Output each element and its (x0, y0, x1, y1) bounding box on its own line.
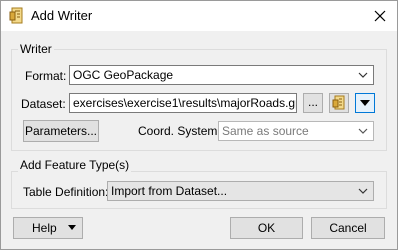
title-bar: Add Writer (1, 1, 397, 31)
dataset-label: Dataset: (21, 97, 66, 111)
format-value: OGC GeoPackage (73, 68, 174, 82)
dataset-input[interactable]: exercises\exercise1\results\majorRoads.g… (69, 93, 297, 113)
database-browse-button[interactable] (329, 93, 349, 113)
coord-system-label: Coord. System: (138, 124, 221, 138)
add-writer-dialog: Add Writer Writer Format: OGC GeoPackage… (0, 0, 398, 250)
dialog-body: Writer Format: OGC GeoPackage Dataset: e… (1, 31, 397, 249)
format-label: Format: (25, 69, 67, 83)
parameters-button[interactable]: Parameters... (23, 120, 99, 142)
cancel-button[interactable]: Cancel (311, 217, 385, 239)
cancel-label: Cancel (329, 221, 367, 235)
help-button[interactable]: Help (13, 217, 83, 239)
triangle-down-icon (360, 100, 370, 106)
browse-button[interactable]: ... (303, 93, 323, 113)
chevron-down-icon (358, 128, 368, 134)
feature-type-group-title: Add Feature Type(s) (18, 158, 132, 172)
table-definition-label: Table Definition: (23, 185, 109, 199)
triangle-down-icon (68, 225, 76, 230)
table-definition-value: Import from Dataset... (111, 184, 228, 198)
coord-system-value: Same as source (222, 124, 309, 138)
close-button[interactable] (363, 1, 397, 31)
window-title: Add Writer (31, 8, 93, 23)
chevron-down-icon (358, 188, 368, 194)
parameters-label: Parameters... (24, 124, 98, 138)
database-browse-icon (332, 95, 345, 110)
ok-label: OK (257, 221, 276, 235)
coord-system-select[interactable]: Same as source (218, 121, 374, 141)
close-icon (374, 10, 386, 22)
writer-icon (9, 7, 23, 24)
table-definition-select[interactable]: Import from Dataset... (107, 181, 374, 201)
chevron-down-icon (358, 72, 368, 78)
format-select[interactable]: OGC GeoPackage (69, 65, 374, 85)
writer-group-title: Writer (18, 42, 54, 56)
dataset-value: exercises\exercise1\results\majorRoads.g… (73, 96, 297, 110)
ok-button[interactable]: OK (230, 217, 303, 239)
help-label: Help (32, 221, 57, 235)
dataset-menu-button[interactable] (355, 93, 375, 113)
browse-label: ... (307, 95, 318, 109)
